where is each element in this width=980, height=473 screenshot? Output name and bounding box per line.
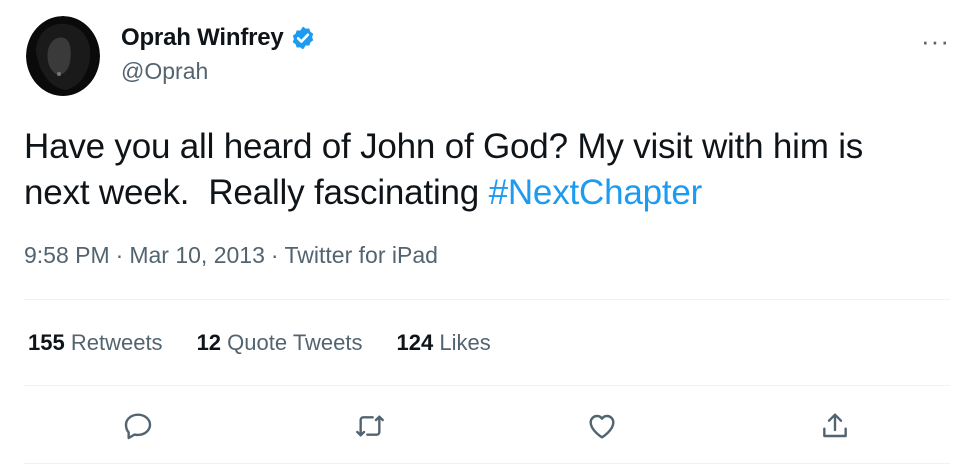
tweet-date[interactable]: Mar 10, 2013 — [129, 242, 265, 268]
likes-label: Likes — [439, 330, 491, 355]
author-name-row[interactable]: Oprah Winfrey — [121, 24, 316, 52]
divider — [24, 385, 950, 386]
verified-badge-icon — [292, 26, 313, 50]
tweet-text-line-2: next week. Really fascinating #NextChapt… — [24, 170, 964, 216]
divider — [24, 299, 950, 300]
quote-tweets-stat[interactable]: 12 Quote Tweets — [197, 330, 363, 356]
retweets-count: 155 — [28, 330, 65, 355]
like-button[interactable] — [582, 403, 622, 449]
avatar[interactable] — [26, 16, 100, 96]
retweets-stat[interactable]: 155 Retweets — [28, 330, 163, 356]
meta-separator: · — [115, 242, 124, 268]
likes-count: 124 — [396, 330, 434, 355]
retweet-icon — [356, 415, 384, 437]
like-icon — [589, 414, 615, 439]
likes-stat[interactable]: 124 Likes — [397, 330, 491, 356]
tweet-stats: 155 Retweets 12 Quote Tweets 124 Likes — [28, 330, 525, 356]
retweets-label: Retweets — [70, 330, 163, 355]
share-icon — [823, 413, 847, 438]
reply-button[interactable] — [118, 403, 158, 449]
retweet-button[interactable] — [350, 403, 390, 449]
author-name[interactable]: Oprah Winfrey — [121, 24, 284, 52]
meta-separator: · — [270, 242, 279, 268]
hashtag-link[interactable]: #NextChapter — [489, 173, 703, 212]
tweet-actions — [0, 403, 980, 449]
tweet-text: Have you all heard of John of God? My vi… — [24, 124, 964, 216]
author-handle[interactable]: @Oprah — [121, 58, 208, 85]
share-button[interactable] — [815, 403, 855, 449]
quote-tweets-label: Quote Tweets — [227, 330, 363, 355]
quote-tweets-count: 12 — [196, 330, 222, 355]
tweet-text-line-2-prefix: next week. Really fascinating — [24, 173, 489, 212]
more-icon[interactable]: ··· — [921, 26, 950, 57]
tweet-meta: 9:58 PM · Mar 10, 2013 · Twitter for iPad — [24, 242, 438, 269]
avatar-image — [26, 16, 100, 96]
tweet-text-line-1: Have you all heard of John of God? My vi… — [24, 127, 864, 166]
tweet-source[interactable]: Twitter for iPad — [285, 242, 438, 268]
tweet-time[interactable]: 9:58 PM — [24, 242, 110, 268]
divider — [24, 463, 950, 464]
reply-icon — [124, 413, 152, 440]
